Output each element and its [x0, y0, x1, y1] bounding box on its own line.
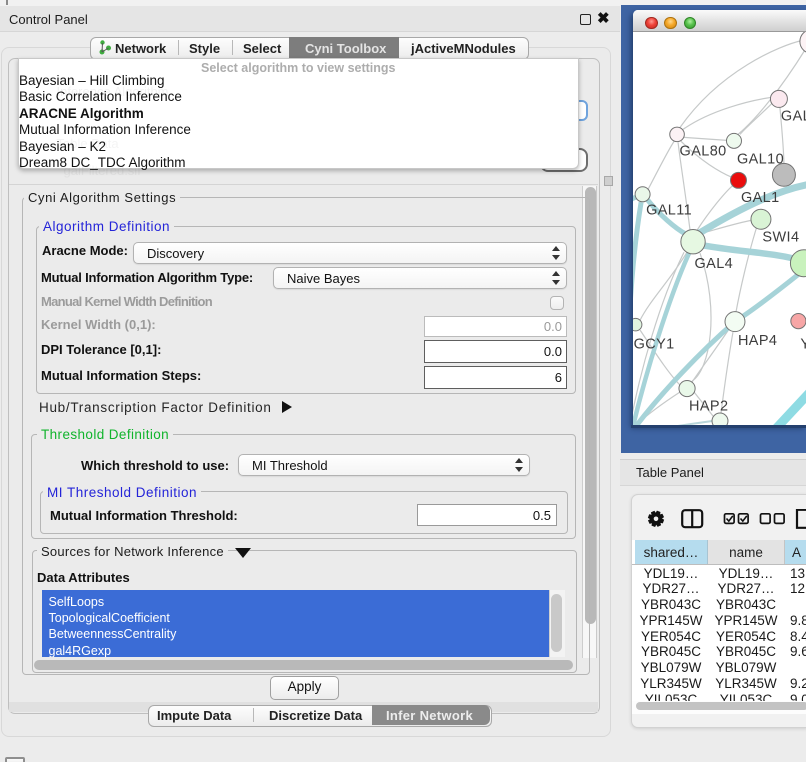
- svg-text:GAL10: GAL10: [737, 151, 784, 167]
- svg-text:GCY1: GCY1: [634, 336, 675, 352]
- svg-text:YEL: YEL: [800, 336, 806, 352]
- svg-text:SWI4: SWI4: [762, 229, 799, 245]
- svg-text:HAP2: HAP2: [689, 398, 728, 414]
- svg-text:HAP4: HAP4: [738, 333, 777, 349]
- svg-text:GAL4: GAL4: [695, 256, 734, 272]
- svg-text:GAL2: GAL2: [781, 108, 806, 124]
- svg-text:GAL11: GAL11: [646, 202, 692, 218]
- svg-text:GAL80: GAL80: [680, 143, 727, 159]
- svg-text:GAL1: GAL1: [741, 189, 780, 205]
